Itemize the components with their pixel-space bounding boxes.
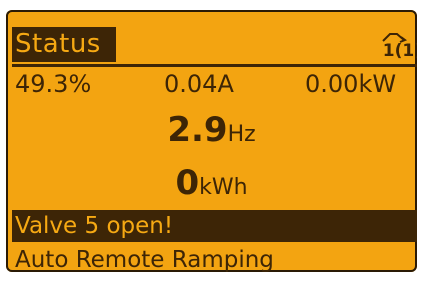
current-readout: 0.04A — [164, 70, 234, 98]
alarm-bar: Valve 5 open! — [12, 210, 417, 242]
frequency-value: 2.9 — [167, 110, 228, 150]
status-line: Auto Remote Ramping — [15, 247, 274, 272]
setup-indicator: 1(1) — [382, 41, 417, 61]
frequency-unit: Hz — [227, 122, 256, 147]
frequency-readout: 2.9Hz — [6, 110, 417, 150]
title-divider — [12, 64, 417, 67]
reference-readout: 49.3% — [15, 70, 92, 98]
lcd-screen: Status 1(1) 49.3% 0.04A 0.00kW 2.9Hz 0kW… — [6, 10, 417, 272]
display-bezel: Status 1(1) 49.3% 0.04A 0.00kW 2.9Hz 0kW… — [0, 0, 423, 282]
title-box: Status — [12, 27, 116, 62]
power-readout: 0.00kW — [305, 70, 397, 98]
energy-readout: 0kWh — [6, 163, 417, 203]
energy-unit: kWh — [199, 175, 248, 200]
alarm-message: Valve 5 open! — [15, 213, 174, 239]
screen-title: Status — [15, 29, 101, 59]
energy-value: 0 — [175, 163, 200, 203]
